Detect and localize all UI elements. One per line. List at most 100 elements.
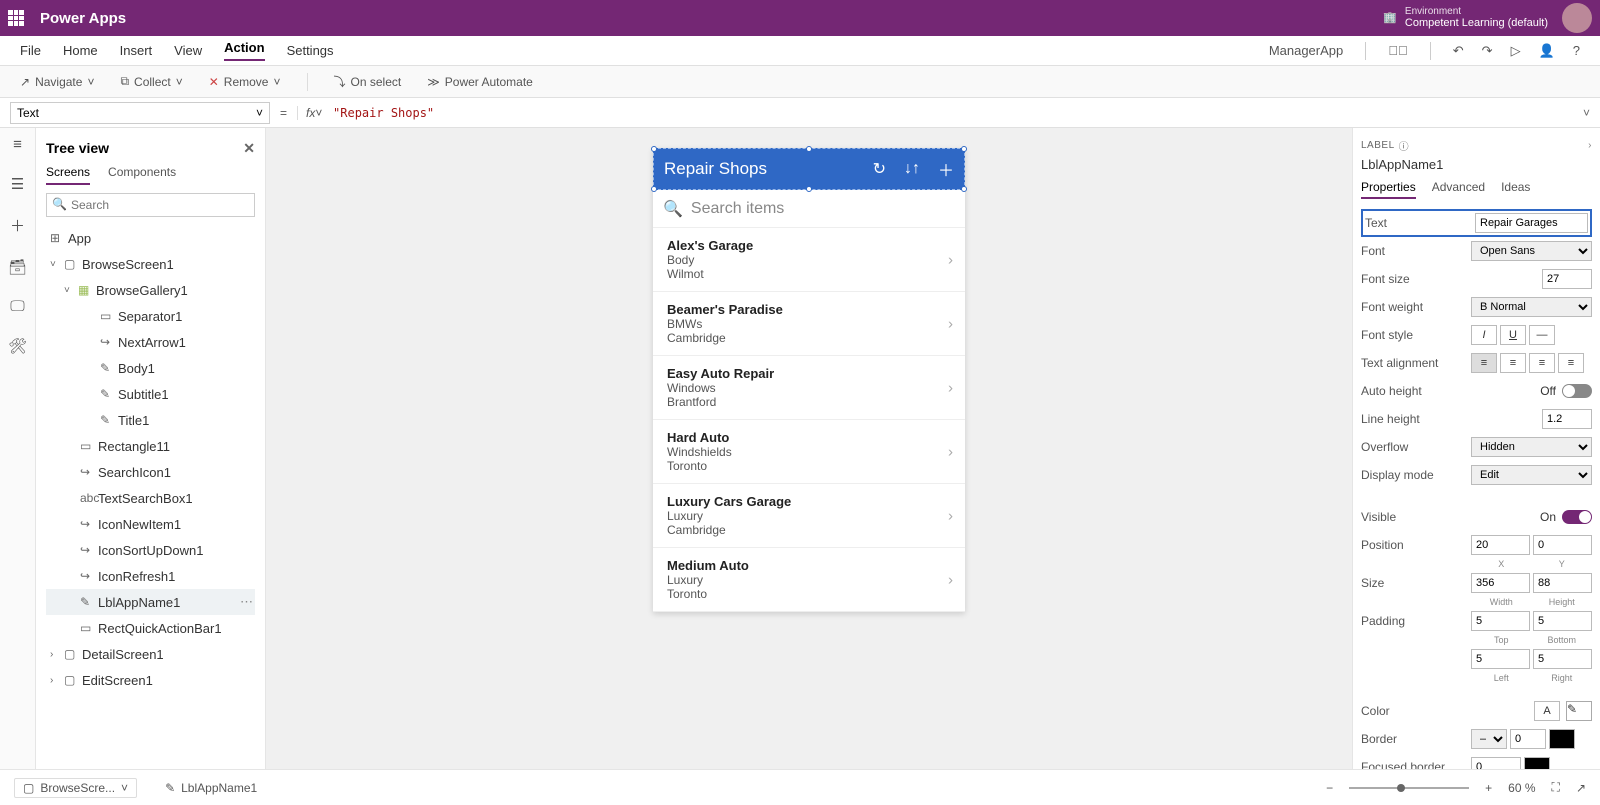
resize-handle[interactable] bbox=[961, 186, 967, 192]
popout-icon[interactable]: ↗ bbox=[1576, 781, 1586, 795]
node-textsearchbox[interactable]: abcTextSearchBox1 bbox=[46, 485, 255, 511]
resize-handle[interactable] bbox=[651, 146, 657, 152]
formula-value[interactable]: "Repair Shops" bbox=[333, 106, 434, 120]
environment-picker[interactable]: 🏢 Environment Competent Learning (defaul… bbox=[1383, 6, 1548, 29]
focusborder-input[interactable] bbox=[1471, 757, 1521, 769]
zoom-out-icon[interactable]: − bbox=[1326, 781, 1333, 795]
menu-insert[interactable]: Insert bbox=[120, 43, 153, 58]
node-iconsort[interactable]: ↪IconSortUpDown1 bbox=[46, 537, 255, 563]
align-center-button[interactable]: ≡ bbox=[1500, 353, 1526, 373]
zoom-in-icon[interactable]: + bbox=[1485, 781, 1492, 795]
border-width-input[interactable] bbox=[1510, 729, 1546, 749]
app-checker-icon[interactable]: ✓⃝ bbox=[1388, 43, 1408, 58]
font-color-button[interactable]: A bbox=[1534, 701, 1560, 721]
tree-rail-icon[interactable]: ☰ bbox=[11, 175, 24, 193]
resize-handle[interactable] bbox=[651, 186, 657, 192]
tab-screens[interactable]: Screens bbox=[46, 165, 90, 185]
list-item[interactable]: Beamer's Paradise BMWs Cambridge › bbox=[653, 292, 965, 356]
redo-icon[interactable]: ↷ bbox=[1482, 43, 1493, 59]
search-row[interactable]: 🔍 Search items bbox=[653, 190, 965, 228]
help-icon[interactable]: ? bbox=[1573, 43, 1580, 58]
media-rail-icon[interactable]: 🖵 bbox=[10, 298, 24, 315]
node-iconrefresh[interactable]: ↪IconRefresh1 bbox=[46, 563, 255, 589]
autoheight-toggle[interactable] bbox=[1562, 384, 1592, 398]
info-icon[interactable]: ⓘ bbox=[1399, 138, 1410, 153]
panel-expand-icon[interactable]: › bbox=[1588, 140, 1592, 151]
avatar[interactable] bbox=[1562, 3, 1592, 33]
cmd-powerautomate[interactable]: ≫Power Automate bbox=[427, 75, 533, 89]
prop-fontsize-input[interactable] bbox=[1542, 269, 1592, 289]
node-rectquickaction[interactable]: ▭RectQuickActionBar1 bbox=[46, 615, 255, 641]
hamburger-icon[interactable]: ≡ bbox=[13, 136, 22, 153]
menu-view[interactable]: View bbox=[174, 43, 202, 58]
undo-icon[interactable]: ↶ bbox=[1453, 43, 1464, 59]
node-iconnewitem[interactable]: ↪IconNewItem1 bbox=[46, 511, 255, 537]
node-body[interactable]: ✎Body1 bbox=[46, 355, 255, 381]
zoom-slider[interactable] bbox=[1349, 787, 1469, 789]
node-nextarrow[interactable]: ↪NextArrow1 bbox=[46, 329, 255, 355]
list-item[interactable]: Medium Auto Luxury Toronto › bbox=[653, 548, 965, 612]
prop-overflow-select[interactable]: Hidden bbox=[1471, 437, 1592, 457]
node-detailscreen[interactable]: ›▢DetailScreen1 bbox=[46, 641, 255, 667]
menu-settings[interactable]: Settings bbox=[287, 43, 334, 58]
tree-search-input[interactable] bbox=[46, 193, 255, 217]
share-icon[interactable]: 👤 bbox=[1539, 43, 1555, 59]
visible-toggle[interactable] bbox=[1562, 510, 1592, 524]
prop-displaymode-select[interactable]: Edit bbox=[1471, 465, 1592, 485]
cmd-onselect[interactable]: ⤵On select bbox=[334, 73, 402, 90]
node-more-icon[interactable]: ⋯ bbox=[240, 594, 255, 610]
node-title[interactable]: ✎Title1 bbox=[46, 407, 255, 433]
chevron-right-icon[interactable]: › bbox=[948, 507, 953, 524]
pad-left-input[interactable] bbox=[1471, 649, 1530, 669]
app-header[interactable]: Repair Shops ↻ ↓↑ ＋ bbox=[653, 148, 965, 190]
menu-file[interactable]: File bbox=[20, 43, 41, 58]
chevron-right-icon[interactable]: › bbox=[948, 379, 953, 396]
prop-lineheight-input[interactable] bbox=[1542, 409, 1592, 429]
tab-components[interactable]: Components bbox=[108, 165, 176, 185]
chevron-right-icon[interactable]: › bbox=[948, 571, 953, 588]
pad-bottom-input[interactable] bbox=[1533, 611, 1592, 631]
size-w-input[interactable] bbox=[1471, 573, 1530, 593]
resize-handle[interactable] bbox=[806, 186, 812, 192]
node-browsescreen[interactable]: ˅▢BrowseScreen1 bbox=[46, 251, 255, 277]
color-chip[interactable]: ✎ bbox=[1566, 701, 1592, 721]
fx-label[interactable]: fx ˅ bbox=[297, 106, 333, 120]
focusborder-color-chip[interactable] bbox=[1524, 757, 1550, 769]
node-rectangle11[interactable]: ▭Rectangle11 bbox=[46, 433, 255, 459]
fit-icon[interactable]: ⛶ bbox=[1552, 780, 1560, 795]
underline-button[interactable]: U bbox=[1500, 325, 1526, 345]
pos-x-input[interactable] bbox=[1471, 535, 1530, 555]
chevron-right-icon[interactable]: › bbox=[948, 443, 953, 460]
node-browsegallery[interactable]: ˅▦BrowseGallery1 bbox=[46, 277, 255, 303]
node-lblappname[interactable]: ✎LblAppName1⋯ bbox=[46, 589, 255, 615]
tools-rail-icon[interactable]: 🛠 bbox=[8, 337, 27, 355]
align-left-button[interactable]: ≡ bbox=[1471, 353, 1497, 373]
tab-ideas[interactable]: Ideas bbox=[1501, 180, 1530, 199]
add-icon[interactable]: ＋ bbox=[938, 157, 954, 181]
node-separator[interactable]: ▭Separator1 bbox=[46, 303, 255, 329]
insert-rail-icon[interactable]: ＋ bbox=[10, 215, 25, 236]
pad-right-input[interactable] bbox=[1533, 649, 1592, 669]
node-subtitle[interactable]: ✎Subtitle1 bbox=[46, 381, 255, 407]
cmd-collect[interactable]: ⧉Collect ˅ bbox=[120, 74, 182, 89]
pad-top-input[interactable] bbox=[1471, 611, 1530, 631]
list-item[interactable]: Alex's Garage Body Wilmot › bbox=[653, 228, 965, 292]
list-item[interactable]: Luxury Cars Garage Luxury Cambridge › bbox=[653, 484, 965, 548]
breadcrumb-control[interactable]: ✎LblAppName1 bbox=[157, 779, 265, 797]
node-searchicon[interactable]: ↪SearchIcon1 bbox=[46, 459, 255, 485]
prop-fontweight-select[interactable]: B Normal bbox=[1471, 297, 1592, 317]
cmd-remove[interactable]: ✕Remove ˅ bbox=[209, 75, 281, 89]
border-color-chip[interactable] bbox=[1549, 729, 1575, 749]
cmd-navigate[interactable]: ↗Navigate ˅ bbox=[20, 75, 94, 89]
border-style-select[interactable]: — bbox=[1471, 729, 1507, 749]
align-right-button[interactable]: ≡ bbox=[1529, 353, 1555, 373]
property-selector[interactable]: Text˅ bbox=[10, 102, 270, 124]
breadcrumb-screen[interactable]: ▢BrowseScre...˅ bbox=[14, 778, 137, 798]
tab-properties[interactable]: Properties bbox=[1361, 180, 1416, 199]
menu-action[interactable]: Action bbox=[224, 40, 264, 61]
chevron-right-icon[interactable]: › bbox=[948, 315, 953, 332]
node-app[interactable]: ⊞App bbox=[46, 225, 255, 251]
resize-handle[interactable] bbox=[806, 146, 812, 152]
sort-icon[interactable]: ↓↑ bbox=[904, 160, 920, 178]
prop-text-input[interactable] bbox=[1475, 213, 1588, 233]
